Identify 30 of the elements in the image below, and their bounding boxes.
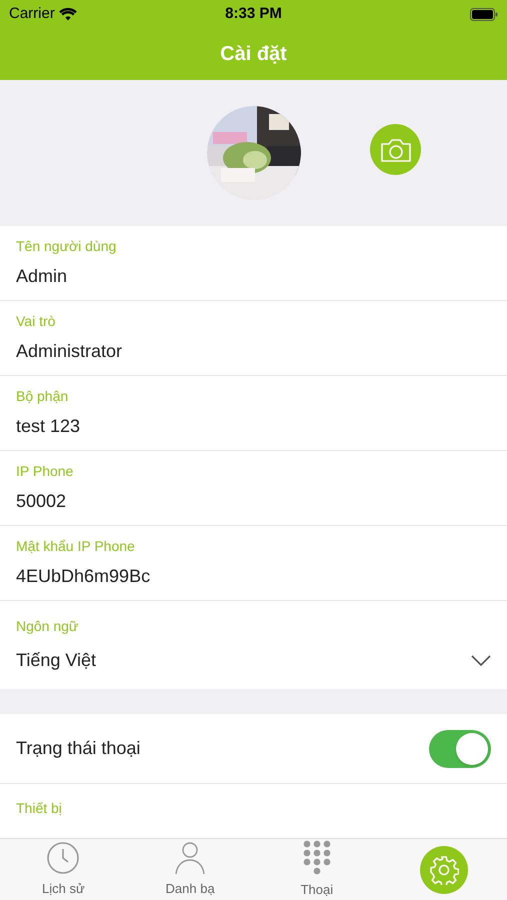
field-value: 4EUbDh6m99Bc bbox=[16, 565, 150, 588]
setting-label: Trạng thái thoại bbox=[16, 737, 140, 760]
field-label: Mật khẩu IP Phone bbox=[16, 537, 136, 556]
settings-icon bbox=[428, 854, 459, 884]
battery-icon bbox=[470, 8, 498, 20]
camera-button[interactable] bbox=[370, 124, 421, 175]
camera-icon bbox=[380, 136, 412, 162]
carrier-label: Carrier bbox=[9, 4, 55, 24]
tab-bar-item[interactable]: Danh bạ bbox=[126, 839, 254, 900]
field-value: Admin bbox=[16, 265, 68, 288]
field-label: Vai trò bbox=[16, 312, 56, 331]
tab-bar-item[interactable]: Lịch sử bbox=[0, 839, 127, 900]
clock-time: 8:33 PM bbox=[225, 4, 282, 24]
field-value: test 123 bbox=[16, 415, 80, 438]
wifi-icon bbox=[58, 8, 77, 20]
field-label: IP Phone bbox=[16, 462, 74, 481]
screen-title: Cài đặt bbox=[220, 42, 287, 67]
chevron-down-icon bbox=[471, 655, 491, 666]
keypad-icon bbox=[302, 840, 331, 876]
person-icon bbox=[174, 840, 206, 875]
toggle-switch[interactable] bbox=[429, 730, 491, 768]
field-value: Administrator bbox=[16, 340, 122, 363]
field-label: Tên người dùng bbox=[16, 237, 118, 256]
field-label: Ngôn ngữ bbox=[16, 617, 80, 636]
tab-bar-item[interactable]: Thoại bbox=[254, 839, 380, 900]
clock-icon bbox=[46, 840, 80, 875]
field-label: Thiết bị bbox=[16, 799, 63, 818]
field-label: Bộ phận bbox=[16, 387, 70, 406]
dropdown-value[interactable]: Tiếng Việt bbox=[16, 647, 96, 674]
field-value: 50002 bbox=[16, 490, 66, 513]
